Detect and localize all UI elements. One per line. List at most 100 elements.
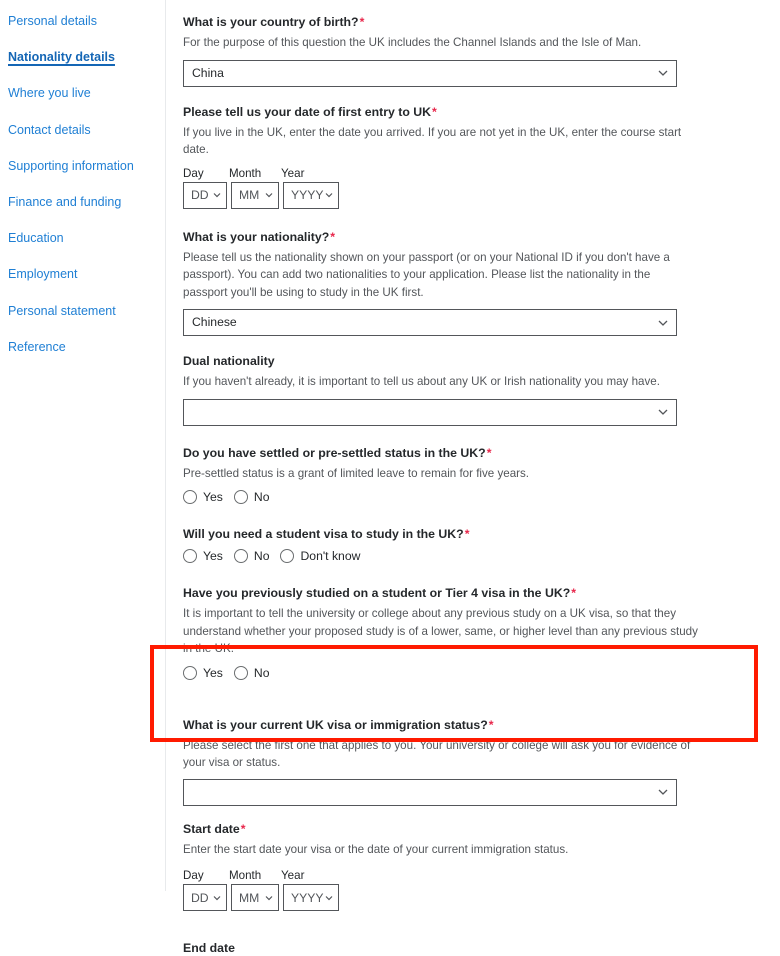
chevron-down-icon xyxy=(265,895,273,900)
visa-status-select[interactable] xyxy=(183,778,677,806)
question-country-of-birth: What is your country of birth?* For the … xyxy=(183,14,780,87)
year-header: Year xyxy=(281,166,305,180)
country-of-birth-label: What is your country of birth?* xyxy=(183,14,780,30)
radio-circle-icon xyxy=(233,490,248,504)
first-entry-month-select[interactable]: MM xyxy=(231,181,279,209)
start-date-row: DD MM YYYY xyxy=(183,884,780,911)
start-date-label-text: Start date xyxy=(183,821,240,836)
previous-study-option-yes-label: Yes xyxy=(203,665,223,680)
required-asterisk: * xyxy=(464,527,470,541)
student-visa-option-dont-know[interactable]: Don't know xyxy=(280,549,360,563)
country-of-birth-label-text: What is your country of birth? xyxy=(183,15,359,29)
visa-status-label-text: What is your current UK visa or immigrat… xyxy=(183,717,488,732)
chevron-down-icon xyxy=(265,193,273,198)
start-date-year-select[interactable]: YYYY xyxy=(283,884,339,911)
required-asterisk: * xyxy=(432,104,437,119)
first-entry-month-value: MM xyxy=(239,188,260,202)
first-entry-date-label-text: Please tell us your date of first entry … xyxy=(183,104,432,119)
start-date-month-select[interactable]: MM xyxy=(231,884,279,911)
nationality-hint: Please tell us the nationality shown on … xyxy=(183,250,670,299)
student-visa-option-yes-label: Yes xyxy=(203,549,223,563)
first-entry-year-select[interactable]: YYYY xyxy=(283,181,339,209)
question-nationality: What is your nationality?* Please tell u… xyxy=(183,229,780,336)
chevron-down-icon xyxy=(325,193,333,198)
nationality-label-text: What is your nationality? xyxy=(183,229,330,244)
previous-study-radio-group: Yes No xyxy=(183,665,780,680)
settled-status-option-yes[interactable]: Yes xyxy=(183,490,223,504)
sidebar-item-education[interactable]: Education xyxy=(8,231,165,246)
visa-status-label: What is your current UK visa or immigrat… xyxy=(183,717,780,733)
previous-study-hint: It is important to tell the university o… xyxy=(183,607,698,655)
first-entry-date-row: DD MM YYYY xyxy=(183,181,780,209)
sidebar-item-contact-details[interactable]: Contact details xyxy=(8,123,165,138)
required-asterisk: * xyxy=(330,229,336,244)
sidebar-item-finance-and-funding[interactable]: Finance and funding xyxy=(8,195,165,210)
month-header: Month xyxy=(229,869,262,882)
nationality-select[interactable]: Chinese xyxy=(183,309,677,336)
student-visa-option-no-label: No xyxy=(253,549,270,563)
first-entry-year-value: YYYY xyxy=(291,188,324,202)
radio-circle-icon xyxy=(280,549,295,563)
settled-status-option-no-label: No xyxy=(253,490,270,504)
settled-status-radio-group: Yes No xyxy=(183,490,780,504)
dual-nationality-label: Dual nationality xyxy=(183,353,780,369)
required-asterisk: * xyxy=(571,586,577,600)
sidebar-item-personal-details[interactable]: Personal details xyxy=(8,14,165,29)
chevron-down-icon xyxy=(213,193,221,198)
settled-status-option-yes-label: Yes xyxy=(203,490,223,504)
sidebar-item-personal-statement[interactable]: Personal statement xyxy=(8,304,165,319)
radio-circle-icon xyxy=(183,665,197,680)
student-visa-label: Will you need a student visa to study in… xyxy=(183,526,780,542)
country-of-birth-select[interactable]: China xyxy=(183,59,677,87)
nationality-label: What is your nationality?* xyxy=(183,229,780,245)
settled-status-option-no[interactable]: No xyxy=(233,490,270,504)
first-entry-date-headers: Day Month Year xyxy=(183,167,780,180)
end-date-label-text: End date xyxy=(183,941,235,955)
required-asterisk: * xyxy=(488,717,494,732)
nationality-select-wrap: Chinese xyxy=(183,309,677,336)
question-first-entry-date: Please tell us your date of first entry … xyxy=(183,104,780,209)
previous-study-option-yes[interactable]: Yes xyxy=(183,665,223,680)
nationality-details-page: Personal details Nationality details Whe… xyxy=(0,0,780,955)
settled-status-label: Do you have settled or pre-settled statu… xyxy=(183,445,780,461)
required-asterisk xyxy=(275,354,276,368)
country-of-birth-select-wrap: China xyxy=(183,59,677,87)
student-visa-label-text: Will you need a student visa to study in… xyxy=(183,527,464,541)
start-date-headers: Day Month Year xyxy=(183,869,780,882)
sidebar-item-nationality-details[interactable]: Nationality details xyxy=(8,50,165,65)
previous-study-label-text: Have you previously studied on a student… xyxy=(183,586,571,600)
end-date-label: End date xyxy=(183,940,780,956)
dual-nationality-hint: If you haven't already, it is important … xyxy=(183,375,660,388)
first-entry-day-value: DD xyxy=(191,188,209,202)
start-date-day-value: DD xyxy=(191,890,209,905)
student-visa-option-dont-know-label: Don't know xyxy=(300,549,361,563)
chevron-down-icon xyxy=(213,895,221,900)
sidebar-item-supporting-information[interactable]: Supporting information xyxy=(8,159,165,174)
start-date-day-select[interactable]: DD xyxy=(183,884,227,911)
student-visa-radio-group: Yes No Don't know xyxy=(183,549,780,563)
settled-status-label-text: Do you have settled or pre-settled statu… xyxy=(183,445,486,460)
previous-study-option-no[interactable]: No xyxy=(233,665,270,680)
start-date-month-value: MM xyxy=(239,890,260,905)
first-entry-date-hint: If you live in the UK, enter the date yo… xyxy=(183,125,682,157)
country-of-birth-hint: For the purpose of this question the UK … xyxy=(183,36,642,49)
previous-study-option-no-label: No xyxy=(253,665,270,680)
radio-circle-icon xyxy=(233,549,248,563)
application-section-nav: Personal details Nationality details Whe… xyxy=(0,0,166,891)
day-header: Day xyxy=(183,166,204,180)
sidebar-item-employment[interactable]: Employment xyxy=(8,267,165,282)
student-visa-option-yes[interactable]: Yes xyxy=(183,549,223,563)
sidebar-item-reference[interactable]: Reference xyxy=(8,340,165,355)
start-date-year-value: YYYY xyxy=(291,890,324,905)
settled-status-hint: Pre-settled status is a grant of limited… xyxy=(183,466,530,480)
first-entry-day-select[interactable]: DD xyxy=(183,181,227,209)
previous-study-label: Have you previously studied on a student… xyxy=(183,585,780,601)
radio-circle-icon xyxy=(183,549,197,563)
dual-nationality-select[interactable] xyxy=(183,398,677,426)
student-visa-option-no[interactable]: No xyxy=(233,549,270,563)
year-header: Year xyxy=(281,869,305,882)
radio-circle-icon xyxy=(233,665,248,680)
sidebar-item-where-you-live[interactable]: Where you live xyxy=(8,86,165,101)
dual-nationality-label-text: Dual nationality xyxy=(183,354,275,368)
dual-nationality-select-wrap xyxy=(183,398,677,426)
